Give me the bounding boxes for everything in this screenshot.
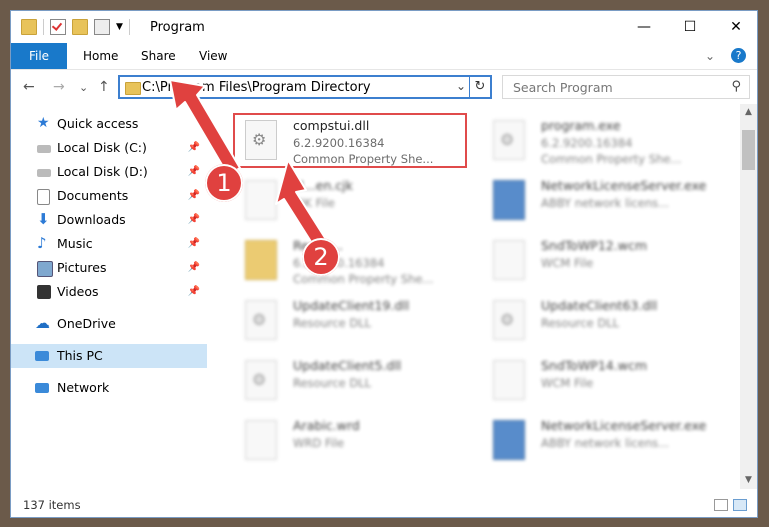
step-badge-2: 2: [302, 238, 340, 276]
step-badge-1: 1: [205, 164, 243, 202]
annotation-arrows: [169, 79, 328, 249]
arrow-1: [169, 79, 241, 176]
arrow-2: [275, 159, 328, 249]
